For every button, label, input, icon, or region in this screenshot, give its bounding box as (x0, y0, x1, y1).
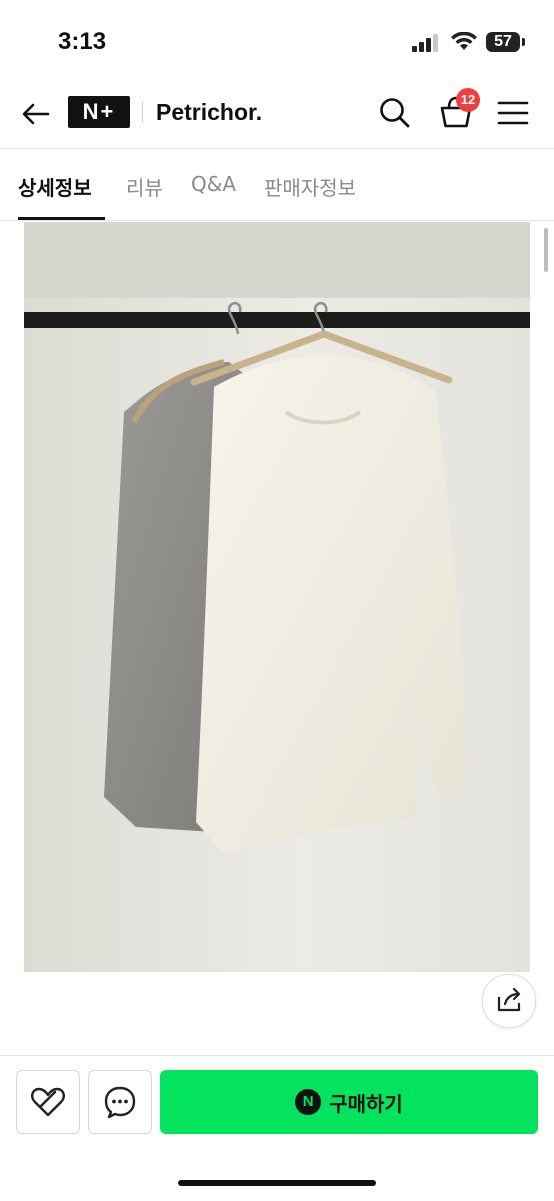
heart-icon (31, 1087, 65, 1117)
naver-pay-icon: N (295, 1089, 322, 1115)
cart-count-badge: 12 (456, 88, 480, 112)
menu-icon[interactable] (496, 96, 530, 130)
buy-button[interactable]: N 구매하기 (160, 1070, 538, 1134)
store-name[interactable]: Petrichor. (156, 96, 262, 128)
share-button[interactable] (482, 974, 536, 1028)
header-divider (142, 101, 143, 123)
tab-qna[interactable]: Q&A (191, 172, 236, 196)
share-icon (497, 987, 521, 1012)
home-indicator[interactable] (178, 1180, 376, 1186)
tab-detail-info[interactable]: 상세정보 (18, 172, 92, 201)
status-time: 3:13 (58, 28, 107, 55)
tab-reviews[interactable]: 리뷰 (126, 172, 163, 201)
header-separator (0, 148, 554, 149)
signal-icon (412, 34, 438, 52)
buy-button-label: 구매하기 (329, 1091, 403, 1116)
product-tabs: 상세정보 리뷰 Q&A 판매자정보 (0, 150, 554, 220)
status-bar: 3:13 57 (0, 0, 554, 88)
wifi-icon (451, 32, 477, 50)
naver-plus-logo[interactable]: N+ (68, 96, 130, 128)
wishlist-button[interactable] (16, 1070, 80, 1134)
tabs-separator (0, 220, 554, 221)
search-icon[interactable] (376, 94, 412, 130)
tab-seller-info[interactable]: 판매자정보 (264, 172, 356, 201)
top-navigation-bar: N+ Petrichor. 12 (0, 88, 554, 148)
scrollbar[interactable] (544, 228, 548, 272)
battery-indicator: 57 (486, 32, 520, 52)
chat-inquiry-button[interactable] (88, 1070, 152, 1134)
battery-tip (522, 38, 525, 46)
product-image[interactable] (24, 222, 530, 972)
chat-icon (104, 1086, 136, 1119)
sweaters-illustration (24, 222, 530, 972)
back-arrow-icon[interactable] (18, 96, 54, 132)
